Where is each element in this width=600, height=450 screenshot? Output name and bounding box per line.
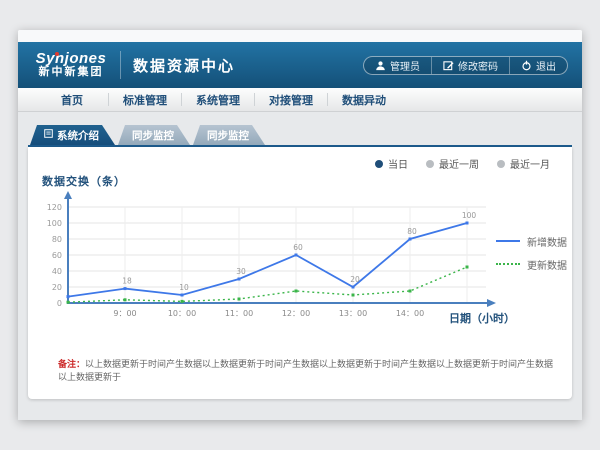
svg-text:9：00: 9：00	[113, 309, 136, 318]
nav-item-interface-management[interactable]: 对接管理	[255, 88, 327, 111]
radio-label: 最近一周	[439, 156, 479, 171]
svg-text:11：00: 11：00	[225, 309, 253, 318]
radio-label: 最近一月	[510, 156, 550, 171]
admin-user-label: 管理员	[390, 58, 420, 73]
legend-label: 更新数据	[527, 257, 567, 272]
svg-text:14：00: 14：00	[396, 309, 424, 318]
svg-text:0: 0	[57, 299, 62, 308]
window-top-strip	[18, 30, 582, 42]
nav-item-data-change[interactable]: 数据异动	[328, 88, 400, 111]
svg-text:100: 100	[462, 211, 477, 220]
brand-logo: Synjones 新中新集团	[28, 51, 114, 78]
logout-button[interactable]: 退出	[509, 57, 567, 74]
svg-text:10: 10	[179, 283, 189, 292]
tab-system-intro[interactable]: 系统介绍	[30, 125, 115, 145]
svg-text:40: 40	[52, 267, 62, 276]
legend-item-updated-data[interactable]: 更新数据	[496, 257, 567, 271]
svg-text:13：00: 13：00	[339, 309, 367, 318]
tab-bar: 系统介绍 同步监控 同步监控	[28, 125, 572, 147]
power-icon	[521, 60, 532, 71]
content-area: 系统介绍 同步监控 同步监控 当日 最近一周	[18, 112, 582, 420]
svg-text:12：00: 12：00	[282, 309, 310, 318]
svg-text:80: 80	[52, 235, 62, 244]
svg-text:120: 120	[47, 203, 62, 212]
tab-label: 同步监控	[207, 128, 249, 143]
change-password-label: 修改密码	[458, 58, 498, 73]
svg-text:30: 30	[236, 267, 246, 276]
radio-label: 当日	[388, 156, 408, 171]
radio-dot[interactable]	[426, 160, 434, 168]
footer-note-label: 备注：	[58, 359, 85, 369]
document-icon	[44, 129, 53, 141]
footer-note-text: 以上数据更新于时间产生数据以上数据更新于时间产生数据以上数据更新于时间产生数据以…	[58, 359, 553, 382]
svg-text:60: 60	[52, 251, 62, 260]
radio-dot[interactable]	[497, 160, 505, 168]
logout-label: 退出	[536, 58, 556, 73]
tab-label: 系统介绍	[57, 128, 99, 143]
footer-note: 备注：以上数据更新于时间产生数据以上数据更新于时间产生数据以上数据更新于时间产生…	[58, 357, 558, 383]
radio-option-today[interactable]: 当日	[375, 156, 408, 171]
legend-item-new-data[interactable]: 新增数据	[496, 234, 567, 248]
time-range-filter: 当日 最近一周 最近一月	[375, 156, 550, 171]
svg-text:60: 60	[293, 243, 303, 252]
x-axis-title: 日期（小时）	[449, 310, 515, 326]
chart-panel: 当日 最近一周 最近一月 数据交换（条） 0204060801001209：00…	[28, 147, 572, 399]
logo-text-en: Synjones	[28, 51, 114, 67]
page-title: 数据资源中心	[133, 55, 235, 76]
tab-sync-monitor-2[interactable]: 同步监控	[193, 125, 265, 145]
radio-dot[interactable]	[375, 160, 383, 168]
chart-legend: 新增数据 更新数据	[496, 234, 567, 280]
radio-option-last-month[interactable]: 最近一月	[497, 156, 550, 171]
app-window: Synjones 新中新集团 数据资源中心 管理员 修改密码	[18, 30, 582, 420]
admin-user-button[interactable]: 管理员	[364, 57, 431, 74]
svg-text:20: 20	[350, 275, 360, 284]
radio-option-last-week[interactable]: 最近一周	[426, 156, 479, 171]
nav-item-system-management[interactable]: 系统管理	[182, 88, 254, 111]
nav-item-home[interactable]: 首页	[36, 88, 108, 111]
line-chart-svg: 0 20 40 60 80 100 120 9：00 10：00 11：00 12：00 13：00 1…	[40, 182, 510, 330]
edit-icon	[443, 60, 454, 71]
tab-label: 同步监控	[132, 128, 174, 143]
user-icon	[375, 60, 386, 71]
header-divider	[120, 51, 121, 79]
logo-text-cn: 新中新集团	[28, 67, 114, 79]
svg-text:100: 100	[47, 219, 62, 228]
header-action-group: 管理员 修改密码 退出	[363, 56, 568, 75]
legend-sample	[496, 240, 520, 242]
svg-text:80: 80	[407, 227, 417, 236]
svg-text:10：00: 10：00	[168, 309, 196, 318]
legend-sample	[496, 263, 520, 265]
svg-text:18: 18	[122, 277, 132, 286]
nav-item-standard-management[interactable]: 标准管理	[109, 88, 181, 111]
app-header: Synjones 新中新集团 数据资源中心 管理员 修改密码	[18, 42, 582, 88]
tab-sync-monitor-1[interactable]: 同步监控	[118, 125, 190, 145]
legend-label: 新增数据	[527, 234, 567, 249]
svg-text:20: 20	[52, 283, 62, 292]
change-password-button[interactable]: 修改密码	[431, 57, 509, 74]
main-nav: 首页 标准管理 系统管理 对接管理 数据异动	[18, 88, 582, 112]
